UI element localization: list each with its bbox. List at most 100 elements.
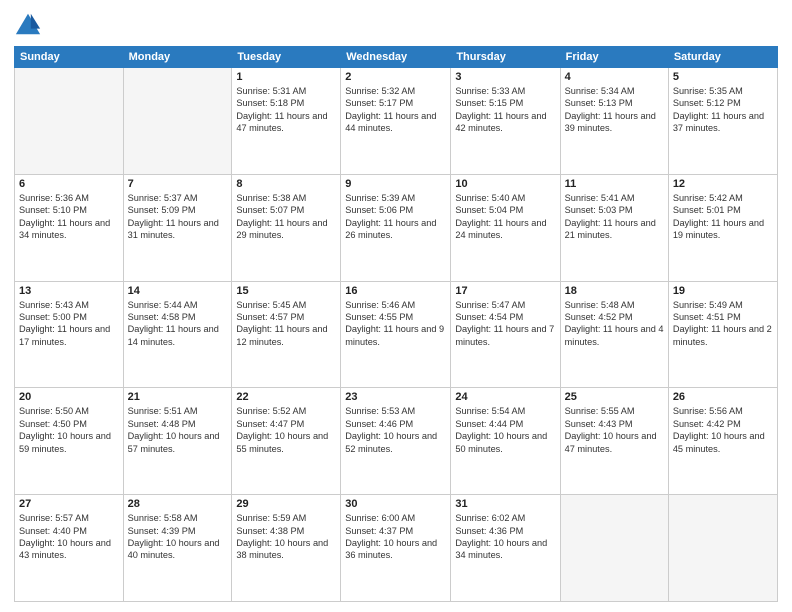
day-info: Sunrise: 6:00 AMSunset: 4:37 PMDaylight:…: [345, 512, 446, 562]
day-info: Sunrise: 5:51 AMSunset: 4:48 PMDaylight:…: [128, 405, 228, 455]
calendar-cell: 15 Sunrise: 5:45 AMSunset: 4:57 PMDayligh…: [232, 281, 341, 388]
calendar-cell: 27Sunrise: 5:57 AMSunset: 4:40 PMDayligh…: [15, 495, 124, 602]
calendar-cell: 30Sunrise: 6:00 AMSunset: 4:37 PMDayligh…: [341, 495, 451, 602]
calendar-cell: 8 Sunrise: 5:38 AMSunset: 5:07 PMDaylight…: [232, 174, 341, 281]
calendar-cell: 22Sunrise: 5:52 AMSunset: 4:47 PMDayligh…: [232, 388, 341, 495]
day-number: 20: [19, 391, 119, 403]
calendar-cell: 2 Sunrise: 5:32 AMSunset: 5:17 PMDaylight…: [341, 68, 451, 175]
calendar-header-row: SundayMondayTuesdayWednesdayThursdayFrid…: [15, 47, 778, 68]
day-info: Sunrise: 5:56 AMSunset: 4:42 PMDaylight:…: [673, 405, 773, 455]
calendar-cell: 10 Sunrise: 5:40 AMSunset: 5:04 PMDayligh…: [451, 174, 560, 281]
calendar-cell: 1 Sunrise: 5:31 AMSunset: 5:18 PMDaylight…: [232, 68, 341, 175]
day-number: 1: [236, 71, 336, 83]
calendar-cell: 29 Sunrise: 5:59 AMSunset: 4:38 PMDayligh…: [232, 495, 341, 602]
day-number: 4: [565, 71, 664, 83]
day-info: Sunrise: 5:58 AMSunset: 4:39 PMDaylight:…: [128, 512, 228, 562]
day-info: Sunrise: 5:45 AMSunset: 4:57 PMDaylight:…: [236, 299, 336, 349]
calendar-header-saturday: Saturday: [668, 47, 777, 68]
day-info: Sunrise: 5:41 AMSunset: 5:03 PMDaylight:…: [565, 192, 664, 242]
day-info: Sunrise: 5:57 AMSunset: 4:40 PMDaylight:…: [19, 512, 119, 562]
day-info: Sunrise: 5:48 AMSunset: 4:52 PMDaylight:…: [565, 299, 664, 349]
day-number: 2: [345, 71, 446, 83]
day-number: 11: [565, 178, 664, 190]
day-info: Sunrise: 5:33 AMSunset: 5:15 PMDaylight:…: [455, 85, 555, 135]
week-row-3: 13 Sunrise: 5:43 AMSunset: 5:00 PMDayligh…: [15, 281, 778, 388]
calendar-cell: 4 Sunrise: 5:34 AMSunset: 5:13 PMDaylight…: [560, 68, 668, 175]
day-info: Sunrise: 5:44 AMSunset: 4:58 PMDaylight:…: [128, 299, 228, 349]
calendar-header-tuesday: Tuesday: [232, 47, 341, 68]
day-info: Sunrise: 6:02 AMSunset: 4:36 PMDaylight:…: [455, 512, 555, 562]
header: [14, 10, 778, 38]
calendar-cell: [560, 495, 668, 602]
calendar-cell: 24Sunrise: 5:54 AMSunset: 4:44 PMDayligh…: [451, 388, 560, 495]
day-info: Sunrise: 5:47 AMSunset: 4:54 PMDaylight:…: [455, 299, 555, 349]
day-info: Sunrise: 5:40 AMSunset: 5:04 PMDaylight:…: [455, 192, 555, 242]
day-number: 9: [345, 178, 446, 190]
week-row-4: 20 Sunrise: 5:50 AMSunset: 4:50 PMDayligh…: [15, 388, 778, 495]
day-info: Sunrise: 5:49 AMSunset: 4:51 PMDaylight:…: [673, 299, 773, 349]
day-number: 3: [455, 71, 555, 83]
day-info: Sunrise: 5:32 AMSunset: 5:17 PMDaylight:…: [345, 85, 446, 135]
calendar-cell: 25 Sunrise: 5:55 AMSunset: 4:43 PMDayligh…: [560, 388, 668, 495]
day-info: Sunrise: 5:35 AMSunset: 5:12 PMDaylight:…: [673, 85, 773, 135]
calendar-cell: [668, 495, 777, 602]
day-info: Sunrise: 5:37 AMSunset: 5:09 PMDaylight:…: [128, 192, 228, 242]
calendar-cell: 17 Sunrise: 5:47 AMSunset: 4:54 PMDayligh…: [451, 281, 560, 388]
calendar-cell: 12 Sunrise: 5:42 AMSunset: 5:01 PMDayligh…: [668, 174, 777, 281]
week-row-5: 27Sunrise: 5:57 AMSunset: 4:40 PMDayligh…: [15, 495, 778, 602]
day-number: 28: [128, 498, 228, 510]
day-info: Sunrise: 5:50 AMSunset: 4:50 PMDaylight:…: [19, 405, 119, 455]
day-number: 14: [128, 285, 228, 297]
calendar-cell: 21 Sunrise: 5:51 AMSunset: 4:48 PMDayligh…: [123, 388, 232, 495]
day-number: 10: [455, 178, 555, 190]
calendar-cell: 19 Sunrise: 5:49 AMSunset: 4:51 PMDayligh…: [668, 281, 777, 388]
day-info: Sunrise: 5:53 AMSunset: 4:46 PMDaylight:…: [345, 405, 446, 455]
day-number: 5: [673, 71, 773, 83]
calendar-cell: 6 Sunrise: 5:36 AMSunset: 5:10 PMDaylight…: [15, 174, 124, 281]
day-number: 17: [455, 285, 555, 297]
day-info: Sunrise: 5:31 AMSunset: 5:18 PMDaylight:…: [236, 85, 336, 135]
day-number: 13: [19, 285, 119, 297]
day-info: Sunrise: 5:38 AMSunset: 5:07 PMDaylight:…: [236, 192, 336, 242]
calendar-cell: 26Sunrise: 5:56 AMSunset: 4:42 PMDayligh…: [668, 388, 777, 495]
day-number: 8: [236, 178, 336, 190]
calendar-cell: 23 Sunrise: 5:53 AMSunset: 4:46 PMDayligh…: [341, 388, 451, 495]
calendar-cell: 11 Sunrise: 5:41 AMSunset: 5:03 PMDayligh…: [560, 174, 668, 281]
day-number: 18: [565, 285, 664, 297]
day-number: 25: [565, 391, 664, 403]
day-number: 6: [19, 178, 119, 190]
day-info: Sunrise: 5:34 AMSunset: 5:13 PMDaylight:…: [565, 85, 664, 135]
day-number: 19: [673, 285, 773, 297]
calendar-cell: 13 Sunrise: 5:43 AMSunset: 5:00 PMDayligh…: [15, 281, 124, 388]
calendar-cell: 9 Sunrise: 5:39 AMSunset: 5:06 PMDaylight…: [341, 174, 451, 281]
calendar-cell: 28 Sunrise: 5:58 AMSunset: 4:39 PMDayligh…: [123, 495, 232, 602]
day-number: 12: [673, 178, 773, 190]
day-info: Sunrise: 5:36 AMSunset: 5:10 PMDaylight:…: [19, 192, 119, 242]
day-info: Sunrise: 5:43 AMSunset: 5:00 PMDaylight:…: [19, 299, 119, 349]
day-number: 21: [128, 391, 228, 403]
day-number: 7: [128, 178, 228, 190]
calendar-cell: 7 Sunrise: 5:37 AMSunset: 5:09 PMDaylight…: [123, 174, 232, 281]
day-number: 22: [236, 391, 336, 403]
calendar-header-thursday: Thursday: [451, 47, 560, 68]
day-number: 29: [236, 498, 336, 510]
day-info: Sunrise: 5:39 AMSunset: 5:06 PMDaylight:…: [345, 192, 446, 242]
day-info: Sunrise: 5:59 AMSunset: 4:38 PMDaylight:…: [236, 512, 336, 562]
day-number: 31: [455, 498, 555, 510]
calendar-header-friday: Friday: [560, 47, 668, 68]
calendar-cell: 31 Sunrise: 6:02 AMSunset: 4:36 PMDayligh…: [451, 495, 560, 602]
day-info: Sunrise: 5:42 AMSunset: 5:01 PMDaylight:…: [673, 192, 773, 242]
calendar-cell: 3 Sunrise: 5:33 AMSunset: 5:15 PMDaylight…: [451, 68, 560, 175]
logo-icon: [14, 10, 42, 38]
day-info: Sunrise: 5:55 AMSunset: 4:43 PMDaylight:…: [565, 405, 664, 455]
calendar-header-sunday: Sunday: [15, 47, 124, 68]
day-number: 23: [345, 391, 446, 403]
calendar-cell: 14 Sunrise: 5:44 AMSunset: 4:58 PMDayligh…: [123, 281, 232, 388]
day-number: 15: [236, 285, 336, 297]
day-number: 16: [345, 285, 446, 297]
calendar-cell: 18 Sunrise: 5:48 AMSunset: 4:52 PMDayligh…: [560, 281, 668, 388]
day-info: Sunrise: 5:46 AMSunset: 4:55 PMDaylight:…: [345, 299, 446, 349]
calendar-header-wednesday: Wednesday: [341, 47, 451, 68]
calendar-cell: 16 Sunrise: 5:46 AMSunset: 4:55 PMDayligh…: [341, 281, 451, 388]
calendar-cell: [15, 68, 124, 175]
